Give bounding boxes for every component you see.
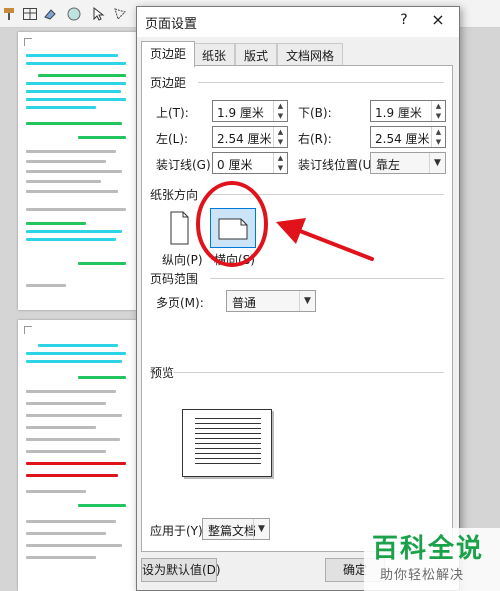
- preview-section-title: 预览: [150, 366, 175, 380]
- portrait-button[interactable]: [156, 208, 202, 248]
- spin-down-icon[interactable]: ▼: [432, 111, 445, 121]
- gutter-position-value: 靠左: [376, 158, 401, 172]
- spin-up-icon[interactable]: ▲: [274, 101, 287, 111]
- apply-to-select[interactable]: 整篇文档 ▼: [202, 518, 270, 540]
- left-margin-spinner[interactable]: 2.54 厘米 ▲ ▼: [212, 126, 288, 148]
- set-default-button[interactable]: 设为默认值(D): [141, 558, 221, 582]
- multiple-pages-select[interactable]: 普通 ▼: [226, 290, 316, 312]
- top-margin-spinner[interactable]: 1.9 厘米 ▲ ▼: [212, 100, 288, 122]
- dialog-title: 页面设置: [145, 17, 198, 32]
- watermark-brand: 百科全说: [372, 534, 485, 564]
- document-page-1: [18, 32, 136, 310]
- pages-section-title: 页码范围: [150, 272, 199, 286]
- bottom-margin-label: 下(B):: [298, 106, 332, 120]
- portrait-page-icon: [170, 211, 189, 245]
- shape-circle-icon[interactable]: [66, 6, 82, 22]
- bottom-margin-value: 1.9 厘米: [375, 106, 422, 120]
- eraser-icon[interactable]: [42, 6, 58, 22]
- apply-to-value: 整篇文档: [208, 524, 257, 538]
- gutter-position-label: 装订线位置(U):: [298, 158, 381, 172]
- gutter-spinner[interactable]: 0 厘米 ▲ ▼: [212, 152, 288, 174]
- help-button[interactable]: ?: [395, 12, 413, 28]
- table-icon[interactable]: [22, 6, 38, 22]
- right-margin-spinner[interactable]: 2.54 厘米 ▲ ▼: [370, 126, 446, 148]
- select-pointer-icon[interactable]: [90, 6, 106, 22]
- spin-up-icon[interactable]: ▲: [432, 101, 445, 111]
- right-margin-value: 2.54 厘米: [375, 132, 430, 146]
- landscape-label: 横向(S): [214, 253, 255, 267]
- apply-to-label: 应用于(Y):: [150, 524, 207, 538]
- format-painter-icon[interactable]: [2, 6, 18, 22]
- tab-document-grid[interactable]: 文档网格: [277, 43, 344, 65]
- landscape-page-icon: [218, 218, 248, 240]
- multiple-pages-value: 普通: [232, 296, 257, 310]
- spin-up-icon[interactable]: ▲: [432, 127, 445, 137]
- tab-layout[interactable]: 版式: [235, 43, 278, 65]
- top-margin-value: 1.9 厘米: [217, 106, 264, 120]
- gutter-value: 0 厘米: [217, 158, 253, 172]
- preview-landscape-page: [182, 409, 272, 477]
- gutter-label: 装订线(G):: [156, 158, 215, 172]
- margins-section-title: 页边距: [150, 76, 187, 90]
- spin-down-icon[interactable]: ▼: [274, 111, 287, 121]
- page-setup-dialog: 页面设置 ? × 页边距 纸张 版式 文档网格 页边距 上(T): 1.9 厘米…: [136, 6, 460, 591]
- document-page-2: [18, 320, 136, 591]
- close-button[interactable]: ×: [427, 10, 449, 29]
- chevron-down-icon[interactable]: ▼: [253, 519, 269, 539]
- watermark-slogan: 助你轻松解决: [380, 568, 465, 583]
- multiple-pages-label: 多页(M):: [156, 296, 204, 310]
- left-margin-value: 2.54 厘米: [217, 132, 272, 146]
- chevron-down-icon[interactable]: ▼: [299, 291, 315, 311]
- tab-margins[interactable]: 页边距: [141, 41, 196, 67]
- portrait-label: 纵向(P): [162, 253, 203, 267]
- gutter-position-select[interactable]: 靠左 ▼: [370, 152, 446, 174]
- right-margin-label: 右(R):: [298, 132, 332, 146]
- landscape-button[interactable]: [210, 208, 256, 248]
- bottom-margin-spinner[interactable]: 1.9 厘米 ▲ ▼: [370, 100, 446, 122]
- spin-up-icon[interactable]: ▲: [274, 153, 287, 163]
- chevron-down-icon[interactable]: ▼: [429, 153, 445, 173]
- spin-down-icon[interactable]: ▼: [274, 163, 287, 173]
- top-margin-label: 上(T):: [156, 106, 189, 120]
- tab-paper[interactable]: 纸张: [193, 43, 236, 65]
- lasso-icon[interactable]: [112, 6, 128, 22]
- spin-down-icon[interactable]: ▼: [274, 137, 287, 147]
- spin-up-icon[interactable]: ▲: [274, 127, 287, 137]
- spin-down-icon[interactable]: ▼: [432, 137, 445, 147]
- left-margin-label: 左(L):: [156, 132, 189, 146]
- watermark: 百科全说 助你轻松解决: [364, 528, 500, 591]
- dialog-titlebar[interactable]: 页面设置 ? ×: [137, 7, 459, 37]
- margins-panel: 页边距 上(T): 1.9 厘米 ▲ ▼ 下(B): 1.9 厘米 ▲ ▼ 左(L)…: [141, 65, 453, 552]
- orientation-section-title: 纸张方向: [150, 188, 199, 202]
